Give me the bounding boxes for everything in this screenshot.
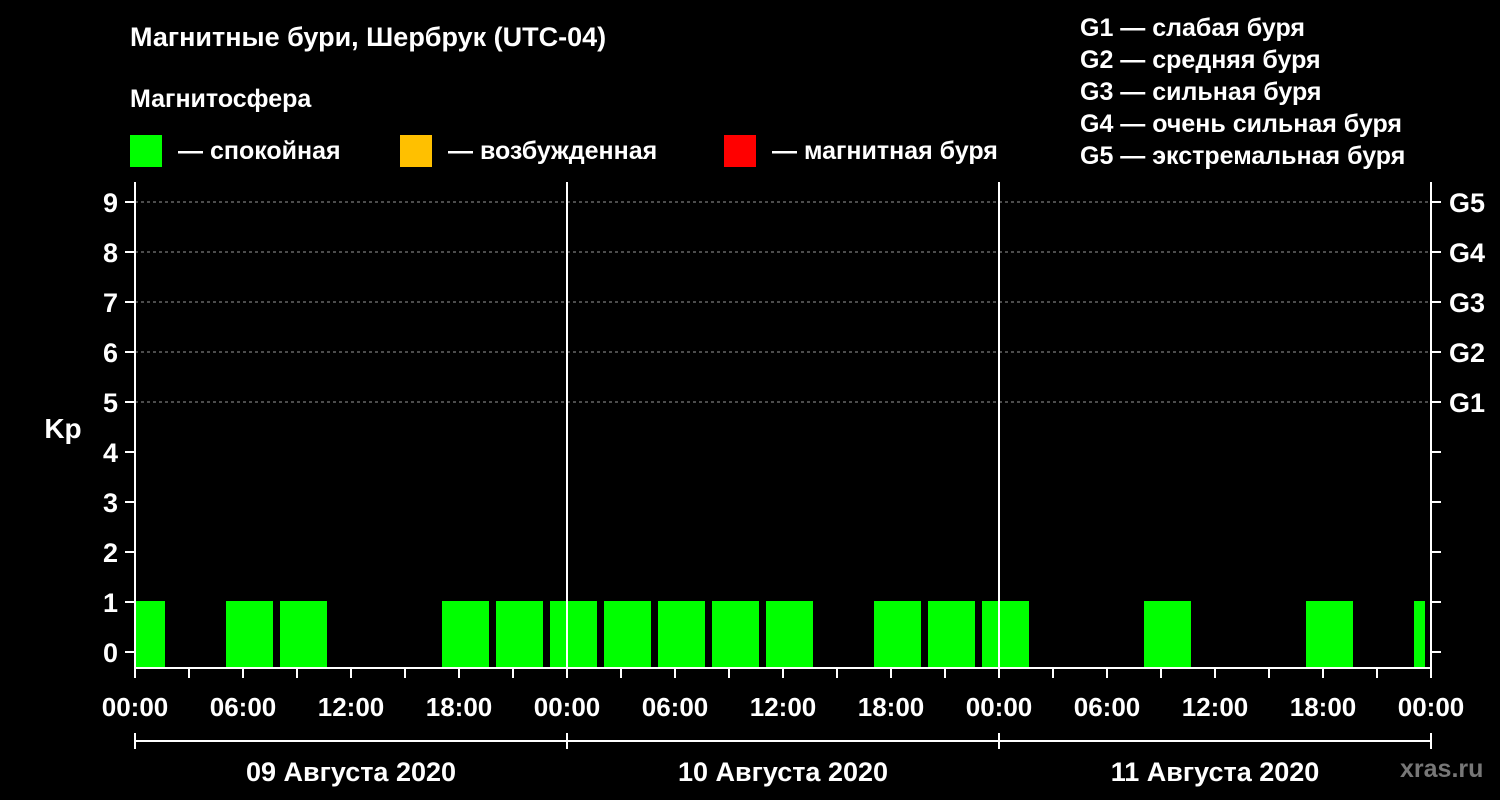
kp-bar	[496, 601, 543, 668]
y-tick-label: 0	[103, 638, 118, 668]
x-tick-label: 06:00	[642, 692, 709, 722]
x-tick-label: 06:00	[1074, 692, 1141, 722]
kp-chart: 0 1 2 3 4 5 6 7 8 9 G1 G2 G3 G4 G5 Kp 00:00 06:00 12:00 18:…	[44, 182, 1485, 787]
x-tick-label: 18:00	[426, 692, 493, 722]
x-tick-label: 18:00	[1290, 692, 1357, 722]
x-tick-label: 00:00	[102, 692, 169, 722]
y-tick-label: 7	[103, 288, 118, 318]
kp-bar	[658, 601, 705, 668]
kp-bar	[928, 601, 975, 668]
x-tick-label: 00:00	[966, 692, 1033, 722]
kp-bar	[1414, 601, 1425, 668]
y-tick-label: 3	[103, 488, 118, 518]
x-tick-label: 00:00	[1398, 692, 1465, 722]
kp-bar	[280, 601, 327, 668]
y-axis-label: Kp	[44, 413, 81, 444]
g-level-label: G1	[1449, 388, 1485, 418]
y-tick-label: 4	[103, 438, 118, 468]
kp-bar	[766, 601, 813, 668]
x-tick-label: 12:00	[318, 692, 385, 722]
day-label: 10 Августа 2020	[678, 757, 888, 787]
y-tick-label: 8	[103, 238, 118, 268]
x-tick-label: 12:00	[1182, 692, 1249, 722]
y-tick-label: 1	[103, 588, 118, 618]
kp-bar	[604, 601, 651, 668]
kp-bar	[982, 601, 1029, 668]
kp-bar	[136, 601, 165, 668]
x-tick-label: 12:00	[750, 692, 817, 722]
kp-bar	[442, 601, 489, 668]
kp-bar	[874, 601, 921, 668]
y-tick-label: 5	[103, 388, 118, 418]
day-label: 11 Августа 2020	[1111, 757, 1320, 787]
kp-bar	[226, 601, 273, 668]
kp-bar	[1144, 601, 1191, 668]
kp-bar	[1306, 601, 1353, 668]
g-level-label: G5	[1449, 188, 1485, 218]
x-tick-label: 06:00	[210, 692, 277, 722]
y-tick-label: 9	[103, 188, 118, 218]
day-label: 09 Августа 2020	[246, 757, 456, 787]
kp-bar	[550, 601, 597, 668]
g-level-label: G4	[1449, 238, 1485, 268]
x-tick-label: 00:00	[534, 692, 601, 722]
kp-bar	[712, 601, 759, 668]
y-tick-label: 6	[103, 338, 118, 368]
watermark: xras.ru	[1400, 755, 1484, 783]
g-level-label: G2	[1449, 338, 1485, 368]
g-level-label: G3	[1449, 288, 1485, 318]
x-tick-label: 18:00	[858, 692, 925, 722]
y-tick-label: 2	[103, 538, 118, 568]
